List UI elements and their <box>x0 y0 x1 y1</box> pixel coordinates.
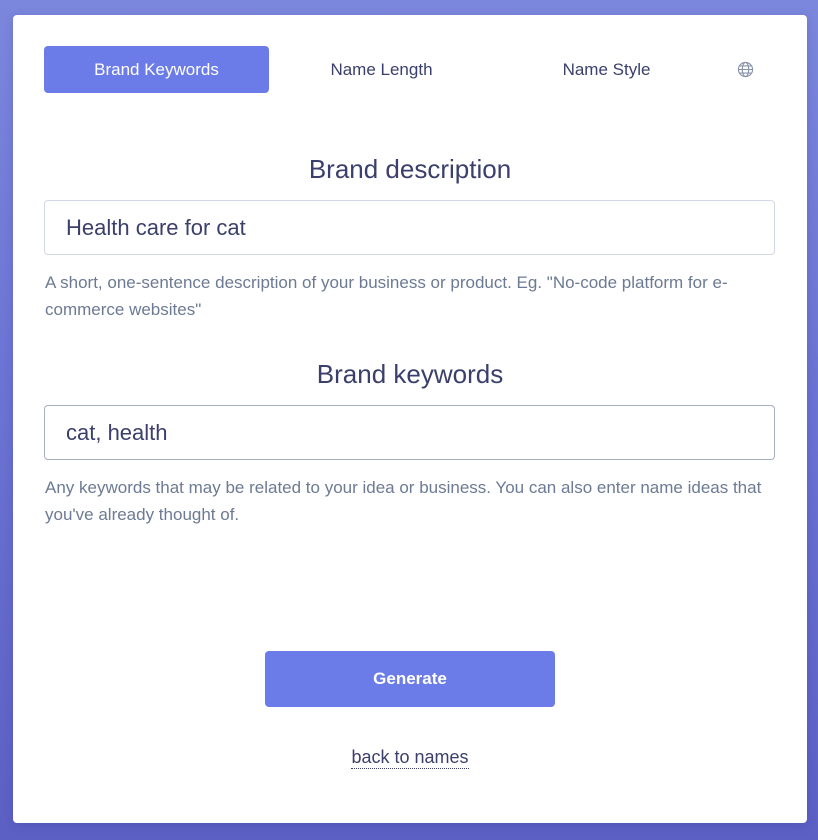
tab-name-length[interactable]: Name Length <box>269 46 494 93</box>
globe-icon[interactable] <box>737 61 754 78</box>
brand-description-help: A short, one-sentence description of you… <box>45 273 728 319</box>
brand-description-input[interactable] <box>44 200 775 255</box>
back-to-names-container: back to names <box>13 747 807 769</box>
brand-description-heading: Brand description <box>308 154 512 184</box>
generate-button[interactable]: Generate <box>265 651 555 707</box>
brand-keywords-input[interactable] <box>44 405 775 460</box>
brand-keywords-help: Any keywords that may be related to your… <box>45 478 762 524</box>
tab-brand-keywords[interactable]: Brand Keywords <box>44 46 269 93</box>
form-card: Brand Keywords Name Length Name Style Br… <box>13 15 807 823</box>
tab-bar: Brand Keywords Name Length Name Style <box>44 46 776 93</box>
back-to-names-link[interactable]: back to names <box>351 747 469 769</box>
tab-name-style[interactable]: Name Style <box>494 46 719 93</box>
brand-keywords-heading: Brand keywords <box>316 359 504 389</box>
